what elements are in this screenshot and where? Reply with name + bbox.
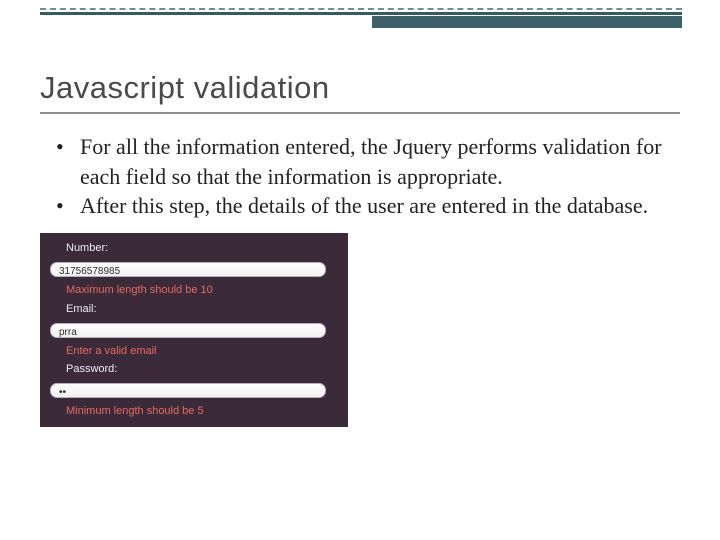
number-label: Number: [40, 239, 348, 258]
slide: Javascript validation For all the inform… [0, 0, 720, 540]
number-input-row: 31756578985 [40, 258, 348, 281]
content: Javascript validation For all the inform… [40, 70, 680, 427]
solid-line [40, 12, 682, 15]
dashed-line [40, 8, 682, 10]
email-error: Enter a valid email [40, 342, 348, 361]
top-border [40, 8, 682, 15]
password-error: Minimum length should be 5 [40, 402, 348, 421]
accent-bar [372, 16, 682, 28]
list-item: After this step, the details of the user… [70, 191, 680, 221]
email-field[interactable]: prra [50, 323, 326, 338]
number-error: Maximum length should be 10 [40, 281, 348, 300]
form-screenshot: Number: 31756578985 Maximum length shoul… [40, 233, 348, 427]
page-title: Javascript validation [40, 70, 680, 106]
password-label: Password: [40, 360, 348, 379]
list-item: For all the information entered, the Jqu… [70, 132, 680, 191]
email-input-row: prra [40, 319, 348, 342]
number-field[interactable]: 31756578985 [50, 262, 326, 277]
title-rule [40, 112, 680, 114]
bullet-list: For all the information entered, the Jqu… [40, 132, 680, 221]
password-field[interactable]: •• [50, 383, 326, 398]
password-input-row: •• [40, 379, 348, 402]
email-label: Email: [40, 300, 348, 319]
